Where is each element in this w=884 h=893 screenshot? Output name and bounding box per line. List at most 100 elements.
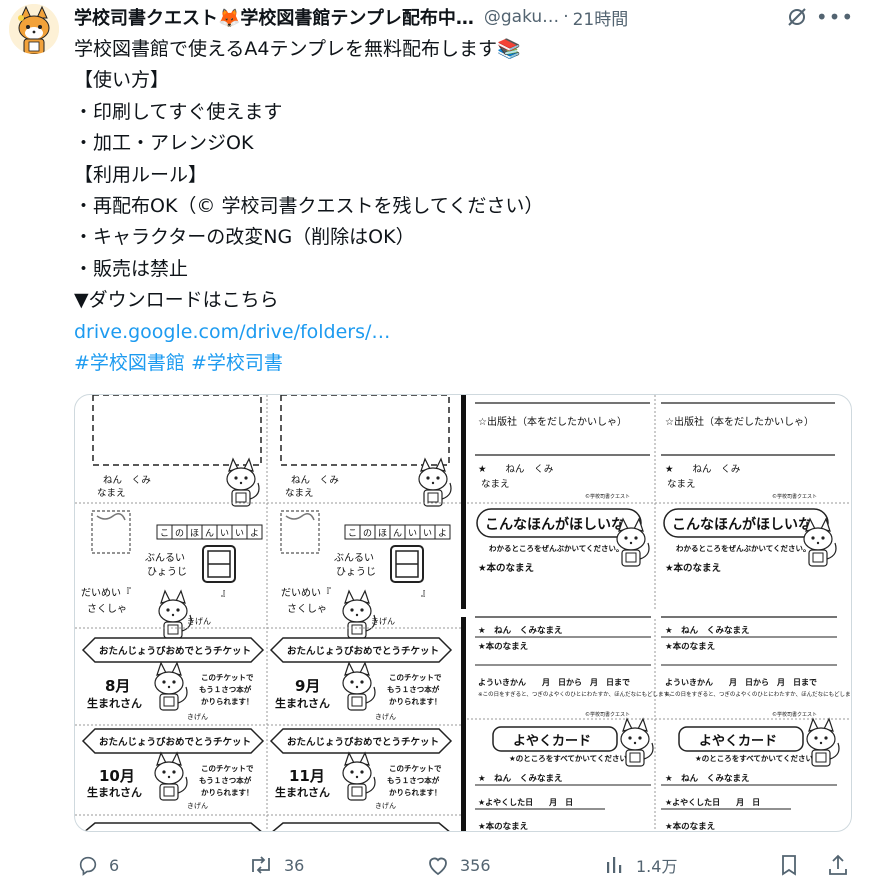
svg-text:※この日をすぎると、つぎのよやくのひとにわたすか、ほんだなに: ※この日をすぎると、つぎのよやくのひとにわたすか、ほんだなにもどします。 bbox=[665, 690, 852, 698]
tweet-line: 【利用ルール】 bbox=[74, 163, 208, 186]
birthday-ticket-9: おたんじょうびおめでとうチケット 9月 生まれさん このチケットで もう１さつ本… bbox=[269, 637, 453, 721]
more-dots-icon: ••• bbox=[815, 5, 855, 29]
tweet-header: 学校司書クエスト🦊学校図書館テンプレ配布中… @gaku… · 21時間 bbox=[74, 4, 874, 30]
svg-text:かりられます！: かりられます！ bbox=[389, 788, 442, 797]
svg-text:★本のなまえ: ★本のなまえ bbox=[478, 641, 528, 652]
svg-text:きげん: きげん bbox=[187, 712, 208, 721]
tweet-line: ・販売は禁止 bbox=[74, 257, 189, 280]
svg-text:8月: 8月 bbox=[105, 677, 130, 695]
svg-text:★のところをすべてかいてください。: ★のところをすべてかいてください。 bbox=[695, 754, 820, 763]
svg-text:かりられます！: かりられます！ bbox=[201, 697, 254, 706]
svg-text:よういきかん 月 日から 月 日まで: よういきかん 月 日から 月 日まで bbox=[478, 678, 630, 687]
svg-text:おたんじょうびおめでとうチケット: おたんじょうびおめでとうチケット bbox=[287, 736, 439, 748]
svg-text:ぶんるい: ぶんるい bbox=[334, 552, 374, 564]
svg-text:生まれさん: 生まれさん bbox=[87, 696, 142, 710]
svg-text:もう１さつ本が: もう１さつ本が bbox=[199, 775, 252, 785]
svg-text:©学校司書クエスト: ©学校司書クエスト bbox=[772, 711, 817, 718]
svg-text:11月: 11月 bbox=[289, 767, 325, 785]
svg-text:ほ: ほ bbox=[190, 528, 199, 539]
svg-text:★本のなまえ: ★本のなまえ bbox=[665, 641, 715, 652]
tweet-media[interactable]: ねん くみ なまえ ねん くみ なまえ こ の ほ ん い い よ ぶんるい ひ… bbox=[74, 394, 852, 832]
svg-text:おたんじょうびおめでとうチケット: おたんじょうびおめでとうチケット bbox=[99, 736, 251, 748]
svg-text:ん: ん bbox=[205, 528, 214, 539]
svg-text:★ ねん くみなまえ: ★ ねん くみなまえ bbox=[478, 774, 562, 784]
download-link[interactable]: drive.google.com/drive/folders/… bbox=[74, 321, 390, 343]
svg-text:なまえ: なまえ bbox=[481, 479, 510, 490]
svg-text:このチケットで: このチケットで bbox=[201, 673, 254, 682]
like-button[interactable]: 356 bbox=[426, 850, 491, 880]
svg-text:このチケットで: このチケットで bbox=[201, 764, 254, 773]
svg-text:なまえ: なまえ bbox=[667, 479, 696, 490]
svg-text:★よやくした日 月 日: ★よやくした日 月 日 bbox=[478, 797, 573, 807]
hashtag-link[interactable]: #学校図書館 bbox=[74, 352, 185, 374]
views-button[interactable]: 1.4万 bbox=[604, 850, 677, 880]
svg-text:★本のなまえ: ★本のなまえ bbox=[665, 821, 715, 832]
svg-text:このチケットで: このチケットで bbox=[389, 673, 442, 682]
author-handle[interactable]: @gaku… bbox=[484, 7, 559, 27]
svg-text:※この日をすぎると、つぎのよやくのひとにわたすか、ほんだなに: ※この日をすぎると、つぎのよやくのひとにわたすか、ほんだなにもどします。 bbox=[478, 690, 674, 698]
tweet-timestamp[interactable]: 21時間 bbox=[573, 5, 629, 30]
svg-text:生まれさん: 生まれさん bbox=[87, 785, 142, 799]
repost-icon bbox=[252, 856, 270, 874]
svg-text:の: の bbox=[175, 529, 184, 539]
svg-text:★ ねん くみ: ★ ねん くみ bbox=[665, 464, 740, 475]
svg-text:ぶんるい: ぶんるい bbox=[145, 552, 185, 564]
svg-text:このチケットで: このチケットで bbox=[389, 764, 442, 773]
separator-dot: · bbox=[563, 7, 569, 27]
avatar[interactable] bbox=[9, 4, 59, 54]
svg-text:きげん: きげん bbox=[375, 712, 396, 721]
svg-text:ねん くみ: ねん くみ bbox=[103, 475, 151, 486]
svg-text:かりられます！: かりられます！ bbox=[389, 697, 442, 706]
svg-text:★ ねん くみなまえ: ★ ねん くみなまえ bbox=[665, 774, 749, 784]
left-template-sheet: ねん くみ なまえ ねん くみ なまえ こ の ほ ん い い よ ぶんるい ひ… bbox=[75, 395, 465, 831]
svg-text:☆出版社（本をだしたかいしゃ）: ☆出版社（本をだしたかいしゃ） bbox=[665, 415, 814, 428]
svg-text:かりられます！: かりられます！ bbox=[201, 788, 254, 797]
more-options-button[interactable]: ••• bbox=[816, 4, 853, 30]
view-count: 1.4万 bbox=[636, 857, 678, 876]
right-template-sheet: ☆出版社（本をだしたかいしゃ） ☆出版社（本をだしたかいしゃ） ★ ねん くみ … bbox=[461, 395, 852, 832]
svg-text:©学校司書クエスト: ©学校司書クエスト bbox=[772, 493, 817, 500]
tweet-line: ・再配布OK（© 学校司書クエストを残してください） bbox=[74, 194, 544, 217]
birthday-ticket-11: おたんじょうびおめでとうチケット 11月 生まれさん このチケットで もう１さつ… bbox=[269, 728, 453, 810]
svg-text:★ ねん くみなまえ: ★ ねん くみなまえ bbox=[478, 626, 562, 636]
svg-text:きげん: きげん bbox=[375, 801, 396, 810]
tweet-text: 学校図書館で使えるA4テンプレを無料配布します📚 【使い方】 ・印刷してすぐ使え… bbox=[74, 34, 864, 379]
fox-mascot-avatar-icon bbox=[9, 4, 59, 54]
grok-icon bbox=[788, 8, 806, 26]
svg-text:生まれさん: 生まれさん bbox=[275, 696, 330, 710]
svg-text:©学校司書クエスト: ©学校司書クエスト bbox=[585, 711, 630, 718]
grok-button[interactable] bbox=[784, 4, 810, 30]
analytics-icon bbox=[607, 857, 622, 873]
tweet-line: ・加工・アレンジOK bbox=[74, 132, 254, 155]
svg-text:おたんじょうびおめでとうチケット: おたんじょうびおめでとうチケット bbox=[99, 645, 251, 657]
svg-text:☆出版社（本をだしたかいしゃ）: ☆出版社（本をだしたかいしゃ） bbox=[478, 415, 627, 428]
svg-text:よやくカード: よやくカード bbox=[699, 734, 777, 749]
svg-text:★ ねん くみ: ★ ねん くみ bbox=[478, 464, 553, 475]
svg-text:★よやくした日 月 日: ★よやくした日 月 日 bbox=[665, 797, 760, 807]
tweet-line: ▼ダウンロードはこちら bbox=[74, 289, 279, 312]
tweet-line: 学校図書館で使えるA4テンプレを無料配布します📚 bbox=[74, 38, 521, 60]
svg-text:おたんじょうびおめでとうチケット: おたんじょうびおめでとうチケット bbox=[287, 645, 439, 657]
svg-text:ひょうじ: ひょうじ bbox=[147, 566, 187, 578]
like-count: 356 bbox=[460, 855, 491, 875]
bookmark-button[interactable] bbox=[778, 850, 800, 880]
birthday-ticket-10: おたんじょうびおめでとうチケット 10月 生まれさん このチケットで もう１さつ… bbox=[81, 728, 265, 810]
reply-icon bbox=[79, 856, 97, 876]
svg-text:ん: ん bbox=[393, 528, 402, 539]
repost-button[interactable]: 36 bbox=[248, 850, 304, 880]
svg-text:こ: こ bbox=[348, 529, 357, 539]
svg-text:ひょうじ: ひょうじ bbox=[336, 566, 376, 578]
svg-text:よ: よ bbox=[250, 528, 259, 539]
svg-text:★ ねん くみなまえ: ★ ねん くみなまえ bbox=[665, 626, 749, 636]
svg-text:わかるところをぜんぶかいてください。: わかるところをぜんぶかいてください。 bbox=[489, 544, 624, 553]
hashtag-link[interactable]: #学校司書 bbox=[191, 352, 283, 374]
svg-text:生まれさん: 生まれさん bbox=[275, 785, 330, 799]
svg-text:さくしゃ: さくしゃ bbox=[87, 603, 127, 615]
svg-text:★本のなまえ: ★本のなまえ bbox=[478, 821, 528, 832]
reply-button[interactable]: 6 bbox=[77, 850, 119, 880]
svg-text:★本のなまえ: ★本のなまえ bbox=[478, 562, 534, 574]
svg-text:★本のなまえ: ★本のなまえ bbox=[665, 562, 721, 574]
svg-text:★のところをすべてかいてください。: ★のところをすべてかいてください。 bbox=[509, 754, 634, 763]
author-display-name[interactable]: 学校司書クエスト🦊学校図書館テンプレ配布中… bbox=[74, 4, 474, 30]
share-button[interactable] bbox=[826, 850, 850, 880]
